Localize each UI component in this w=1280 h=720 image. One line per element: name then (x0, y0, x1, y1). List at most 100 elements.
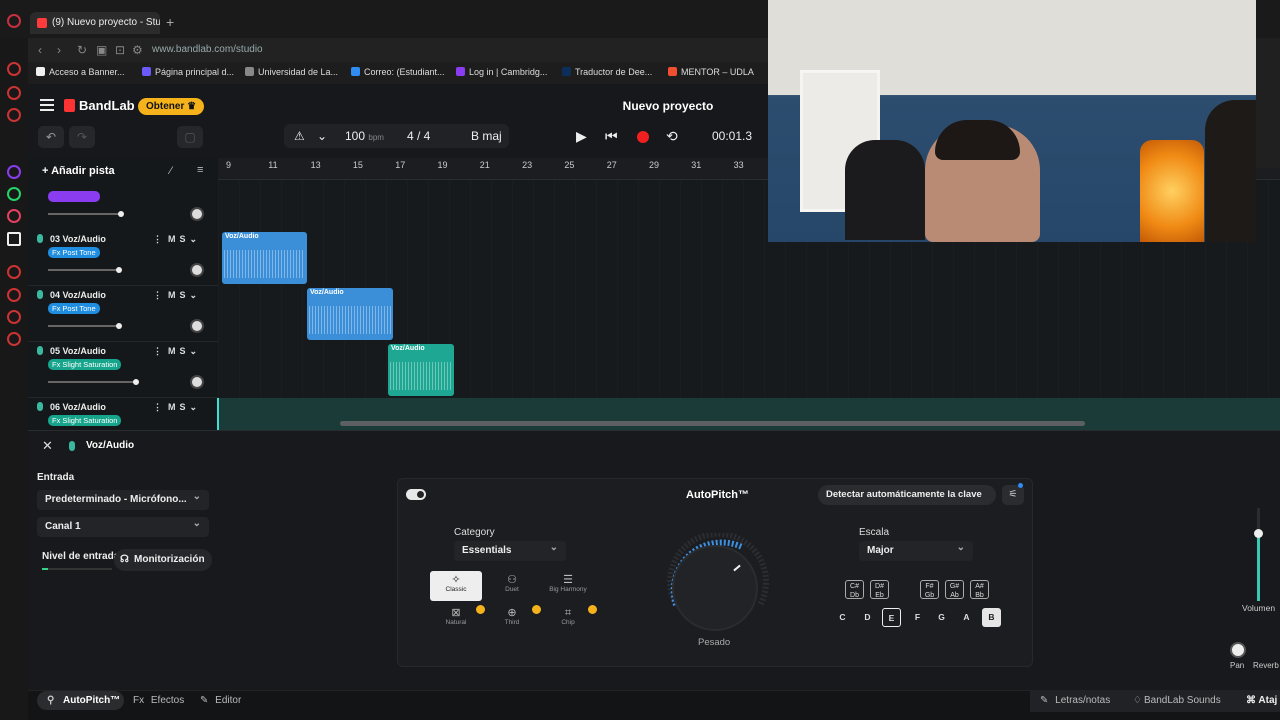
accidental-key[interactable]: C# Db (845, 580, 864, 599)
track-name[interactable]: 04 Voz/Audio (50, 290, 106, 300)
bookmark-item[interactable]: Acceso a Banner... (36, 67, 125, 77)
bookmark-item[interactable]: Correo: (Estudiant... (351, 67, 445, 77)
snapshot-icon[interactable]: ▣ (96, 43, 107, 57)
editor-tab[interactable]: ✎ Editor (200, 695, 241, 706)
track-02-pan-knob[interactable] (190, 207, 204, 221)
horizontal-scrollbar[interactable] (340, 421, 1085, 426)
skip-back-icon[interactable]: ⏮ (605, 128, 618, 145)
mute-solo-controls[interactable]: ⋮ MS⌄ (153, 346, 197, 357)
pan-knob[interactable] (1230, 642, 1246, 658)
track-fx-badge[interactable]: Fx Post Tone (48, 247, 100, 258)
mode-third[interactable]: ⊕ Third (486, 604, 538, 634)
slider-thumb[interactable] (118, 211, 124, 217)
obtener-button[interactable]: Obtener ♛ (138, 98, 204, 115)
record-button[interactable] (637, 131, 649, 143)
accidental-key[interactable]: D# Eb (870, 580, 889, 599)
solo-button[interactable]: S (180, 346, 190, 356)
bookmark-item[interactable]: MENTOR – UDLA (668, 67, 754, 77)
solo-button[interactable]: S (180, 402, 190, 412)
shortcuts-tab[interactable]: ⌘ Ataj (1246, 695, 1277, 706)
loop-icon[interactable]: ⟲ (666, 128, 678, 145)
mute-button[interactable]: M (168, 290, 180, 300)
close-icon[interactable]: ✕ (42, 438, 53, 454)
track-02-volume-slider[interactable] (48, 211, 124, 217)
monitor-button[interactable]: ☊ Monitorización (114, 549, 212, 571)
more-icon[interactable]: ⋮ (153, 234, 162, 244)
audio-clip[interactable]: Voz/Audio (388, 344, 454, 396)
note-key[interactable]: B (982, 608, 1001, 627)
slider-thumb[interactable] (116, 323, 122, 329)
sidebar-icon-4[interactable] (7, 265, 21, 279)
instagram-icon[interactable] (7, 209, 21, 223)
accidental-key[interactable]: A# Bb (970, 580, 989, 599)
twitch-icon[interactable] (7, 165, 21, 179)
mute-button[interactable]: M (168, 234, 180, 244)
track-pan-knob[interactable] (190, 319, 204, 333)
track-02-fx-badge[interactable] (48, 191, 100, 202)
whatsapp-icon[interactable] (7, 187, 21, 201)
track-pan-knob[interactable] (190, 263, 204, 277)
bandlab-sounds-tab[interactable]: ♢ BandLab Sounds (1133, 695, 1221, 706)
url-input[interactable]: www.bandlab.com/studio (152, 44, 263, 55)
menu-icon[interactable] (40, 99, 54, 111)
category-select[interactable]: Essentials (454, 538, 566, 561)
wand-icon[interactable]: ⁄ (170, 165, 172, 177)
volume-thumb[interactable] (1254, 529, 1263, 538)
track-name[interactable]: 05 Voz/Audio (50, 346, 106, 356)
add-track-button[interactable]: + Añadir pista (42, 165, 115, 177)
track-volume-slider[interactable] (48, 267, 122, 273)
settings-icon[interactable] (7, 332, 21, 346)
note-key[interactable]: E (882, 608, 901, 627)
project-title[interactable]: Nuevo proyecto (600, 99, 736, 113)
browser-tab[interactable]: (9) Nuevo proyecto - Studi (30, 12, 160, 34)
effects-tab[interactable]: Fx Efectos (133, 695, 184, 706)
detect-key-button[interactable]: Detectar automáticamente la clave (818, 485, 996, 505)
x-icon[interactable] (7, 232, 21, 246)
chevron-down-icon[interactable]: ⌄ (317, 129, 327, 143)
site-settings-icon[interactable]: ⚙ (132, 43, 143, 57)
mode-chip[interactable]: ⌗ Chip (542, 604, 594, 634)
opera-logo-icon[interactable] (7, 14, 21, 28)
note-key[interactable]: G (932, 608, 951, 627)
lyrics-tab[interactable]: ✎ Letras/notas (1040, 695, 1110, 706)
tempo-value[interactable]: 100 bpm (345, 129, 384, 143)
mute-button[interactable]: M (168, 402, 180, 412)
mode-duet[interactable]: ⚇ Duet (486, 571, 538, 601)
note-key[interactable]: C (833, 608, 852, 627)
track-pan-knob[interactable] (190, 375, 204, 389)
redo-button[interactable]: ↷ (69, 126, 95, 148)
bookmark-item[interactable]: Traductor de Dee... (562, 67, 652, 77)
sidebar-icon-2[interactable] (7, 86, 21, 100)
settings-sliders-icon[interactable]: ⚟ (1002, 483, 1024, 505)
mute-solo-controls[interactable]: ⋮ MS⌄ (153, 402, 197, 413)
strength-dial[interactable] (674, 547, 756, 629)
bookmark-item[interactable]: Página principal d... (142, 67, 234, 77)
metronome-icon[interactable]: ⚠ (294, 129, 305, 143)
mode-big-harmony[interactable]: ☰ Big Harmony (542, 571, 594, 601)
reload-icon[interactable]: ↻ (77, 43, 87, 57)
mute-solo-controls[interactable]: ⋮ MS⌄ (153, 234, 197, 245)
autopitch-tab[interactable]: AutoPitch™ (37, 691, 124, 710)
save-button[interactable]: ▢ (177, 126, 203, 148)
channel-select[interactable]: Canal 1 (37, 514, 209, 537)
mute-button[interactable]: M (168, 346, 180, 356)
solo-button[interactable]: S (180, 234, 190, 244)
accidental-key[interactable]: F# Gb (920, 580, 939, 599)
chevron-down-icon[interactable]: ⌄ (190, 402, 198, 412)
accidental-key[interactable]: G# Ab (945, 580, 964, 599)
note-key[interactable]: D (858, 608, 877, 627)
track-fx-badge[interactable]: Fx Post Tone (48, 303, 100, 314)
slider-thumb[interactable] (116, 267, 122, 273)
sidebar-icon-3[interactable] (7, 108, 21, 122)
audio-clip[interactable]: Voz/Audio (222, 232, 307, 284)
more-icon[interactable]: ⋮ (153, 346, 162, 356)
track-fx-badge[interactable]: Fx Slight Saturation (48, 415, 122, 426)
back-icon[interactable]: ‹ (38, 43, 42, 57)
mode-natural[interactable]: ⊠ Natural (430, 604, 482, 634)
sidebar-icon-6[interactable] (7, 310, 21, 324)
more-icon[interactable]: ⋮ (153, 402, 162, 412)
key-value[interactable]: B maj (471, 129, 502, 143)
track-name[interactable]: 06 Voz/Audio (50, 402, 106, 412)
sidebar-icon-5[interactable] (7, 288, 21, 302)
autopitch-toggle[interactable] (406, 489, 426, 500)
